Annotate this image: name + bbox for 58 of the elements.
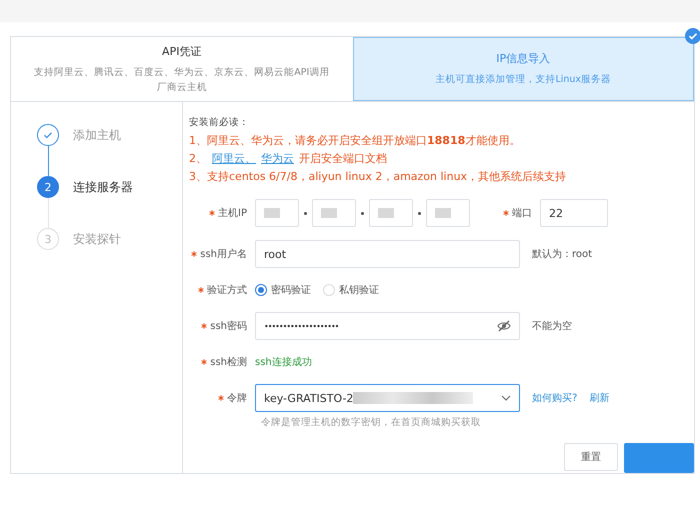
- ip-segment-field[interactable]: [312, 199, 356, 227]
- redacted-block: [378, 208, 394, 218]
- ip-segment-field[interactable]: [255, 199, 299, 227]
- ip-segment-field[interactable]: [426, 199, 470, 227]
- tab-description: 主机可直接添加管理，支持Linux服务器: [435, 73, 612, 87]
- field-label: 端口: [470, 206, 540, 220]
- ip-segment-field[interactable]: [369, 199, 413, 227]
- tab-description: 支持阿里云、腾讯云、百度云、华为云、京东云、网易云能API调用厂商云主机: [33, 66, 330, 94]
- field-hint: 不能为空: [532, 320, 572, 333]
- field-label: 主机IP: [189, 206, 255, 220]
- tab-title: IP信息导入: [496, 51, 550, 66]
- status-text: ssh连接成功: [255, 356, 312, 369]
- radio-option[interactable]: 私钥验证: [323, 283, 379, 297]
- text-link[interactable]: 刷新: [589, 391, 610, 405]
- required-asterisk-icon: [209, 210, 216, 216]
- field-label: ssh检测: [189, 355, 255, 369]
- notice-text: 2、: [189, 151, 207, 167]
- field-label: 验证方式: [189, 283, 255, 297]
- port-field[interactable]: 22: [540, 199, 608, 227]
- step-label: 连接服务器: [73, 178, 133, 196]
- reset-button[interactable]: 重置: [564, 443, 618, 471]
- check-icon: [43, 130, 53, 140]
- required-asterisk-icon: [503, 210, 509, 216]
- tab-title: API凭证: [162, 44, 202, 58]
- notice-text: 3、支持centos 6/7/8，aliyun linux 2，amazon linux，其他系统后续支持: [189, 169, 568, 185]
- eye-slash-icon[interactable]: [497, 320, 511, 332]
- field-label: 令牌: [189, 391, 255, 405]
- required-asterisk-icon: [201, 359, 208, 365]
- field-value: 22: [549, 206, 563, 220]
- required-asterisk-icon: [201, 323, 208, 329]
- redacted-block: [321, 208, 337, 218]
- text-link[interactable]: 如何购买?: [532, 391, 578, 405]
- notice-text: 1、阿里云、华为云，请务必开启安全组开放端口18818才能使用。: [189, 133, 522, 149]
- password-field[interactable]: ••••••••••••••••••••: [255, 312, 520, 340]
- helper-text: 令牌是管理主机的数字密钥，在首页商城购买获取: [261, 416, 482, 429]
- check-badge-icon: [685, 28, 700, 44]
- caret-icon: [501, 395, 511, 401]
- field-label: ssh用户名: [189, 247, 255, 261]
- dot-separator: [304, 212, 307, 214]
- step-number: 3: [44, 232, 52, 246]
- username-field[interactable]: root: [255, 240, 520, 268]
- primary-button[interactable]: [624, 443, 694, 473]
- dot-separator: [361, 212, 364, 214]
- required-asterisk-icon: [218, 395, 224, 401]
- notice-text: 开启安全端口文档: [299, 151, 387, 167]
- redacted-block: [264, 208, 280, 218]
- field-hint: 默认为：root: [532, 248, 592, 261]
- required-asterisk-icon: [198, 287, 204, 293]
- token-select[interactable]: key-GRATISTO-2: [255, 384, 520, 412]
- step-label: 添加主机: [73, 126, 121, 144]
- step-number: 2: [44, 180, 52, 194]
- step-label: 安装探针: [73, 230, 121, 248]
- dot-separator: [418, 212, 421, 214]
- redacted-block: [435, 208, 451, 218]
- field-label: ssh密码: [189, 319, 255, 333]
- notice-heading: 安装前必读：: [189, 116, 250, 129]
- radio-option[interactable]: 密码验证: [255, 283, 311, 297]
- required-asterisk-icon: [191, 251, 198, 257]
